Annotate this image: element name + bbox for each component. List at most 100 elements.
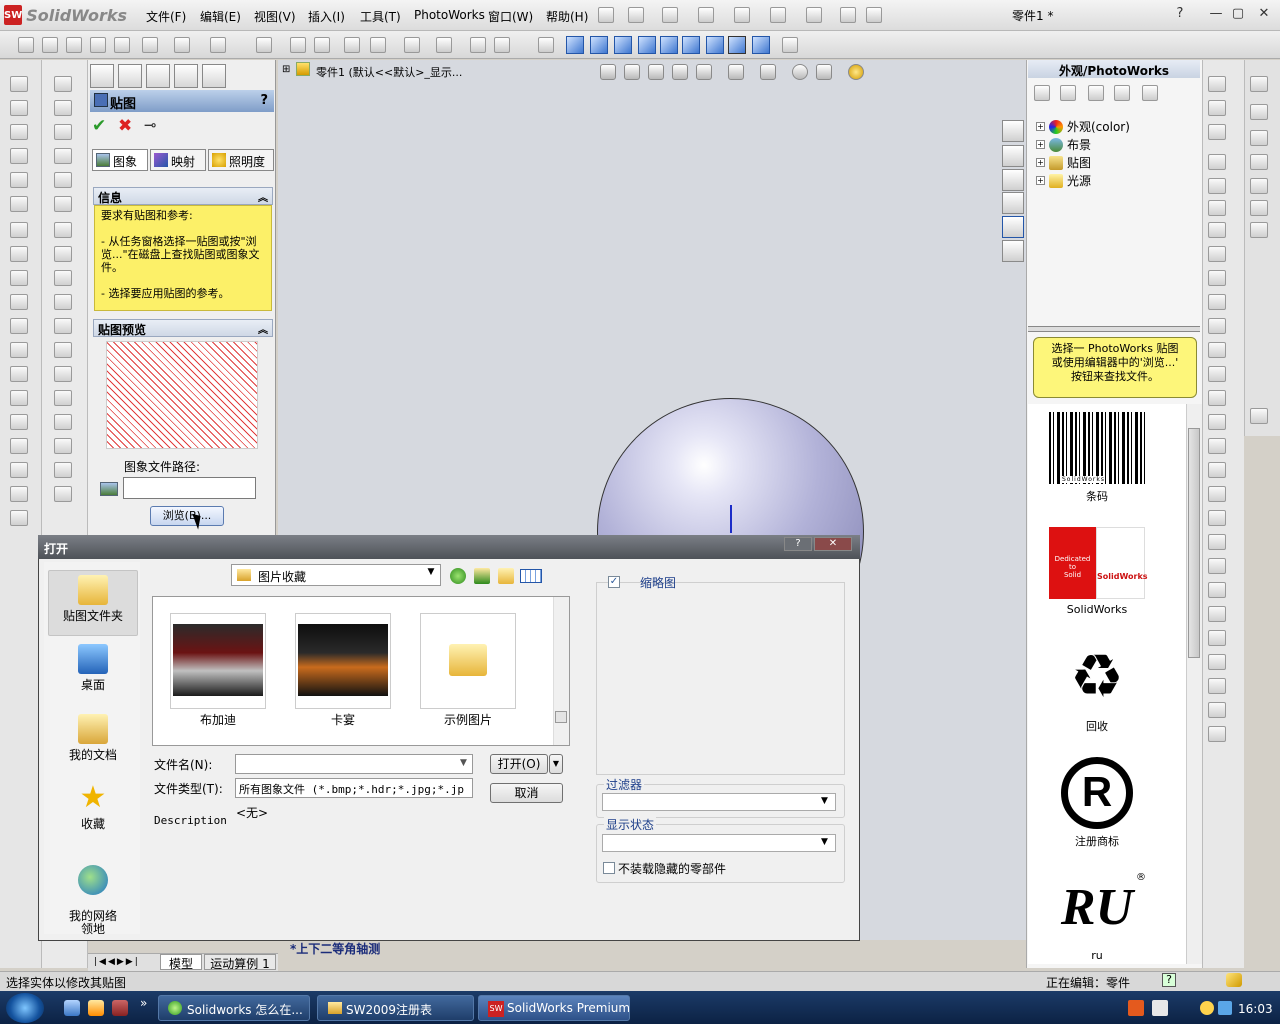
new-document-icon[interactable] xyxy=(628,7,644,23)
surface-icon[interactable] xyxy=(54,76,72,92)
convert-entities-icon[interactable] xyxy=(1208,582,1226,598)
view-palette-tab-icon[interactable] xyxy=(1002,192,1024,214)
sketch-icon[interactable] xyxy=(1208,76,1226,92)
registered-trademark-thumbnail[interactable]: R xyxy=(1049,757,1145,829)
quicklaunch-book-icon[interactable] xyxy=(112,1000,128,1016)
file-item-bugatti[interactable] xyxy=(170,613,266,709)
tree-expand-icon[interactable]: ⊞ xyxy=(282,64,290,75)
solidworks-resources-tab-icon[interactable] xyxy=(1002,120,1024,142)
radiate-surface-icon[interactable] xyxy=(54,196,72,212)
fillet-sketch-icon[interactable] xyxy=(1208,510,1226,526)
repair-sketch-icon[interactable] xyxy=(1208,726,1226,742)
properties-icon[interactable] xyxy=(470,37,486,53)
display-style-icon[interactable] xyxy=(728,64,744,80)
spline-icon[interactable] xyxy=(1208,414,1226,430)
status-help-icon[interactable]: ? xyxy=(1162,973,1176,987)
sketch-icon[interactable] xyxy=(344,37,360,53)
ie-quicklaunch-icon[interactable] xyxy=(64,1000,80,1016)
linear-pattern-icon[interactable] xyxy=(1208,630,1226,646)
print-small-icon[interactable] xyxy=(90,37,106,53)
open-icon[interactable] xyxy=(42,37,58,53)
mid-surface-icon[interactable] xyxy=(54,462,72,478)
sweep-icon[interactable] xyxy=(10,124,28,140)
display-manager-tab-icon[interactable] xyxy=(202,64,226,88)
trim-surface-icon[interactable] xyxy=(54,294,72,310)
render-area-icon[interactable] xyxy=(1250,104,1268,120)
view-menu-icon[interactable] xyxy=(520,569,542,583)
place-my-documents[interactable]: 我的文档 xyxy=(48,714,138,763)
centerline-icon[interactable] xyxy=(1208,390,1226,406)
dialog-help-button[interactable]: ? xyxy=(784,537,812,551)
open-options-dropdown-icon[interactable]: ▼ xyxy=(549,754,563,774)
display-relations-icon[interactable] xyxy=(1208,702,1226,718)
appearances-tab-icon[interactable] xyxy=(1002,216,1024,238)
dialog-close-button[interactable]: ✕ xyxy=(814,537,852,551)
select-icon[interactable] xyxy=(806,7,822,23)
tree-item-appearance[interactable]: + 外观(color) xyxy=(1036,118,1130,135)
tab-motion-study[interactable]: 运动算例 1 xyxy=(204,954,276,971)
dropdown-arrow-icon[interactable]: ▼ xyxy=(424,567,438,583)
dome-icon[interactable] xyxy=(10,438,28,454)
solidworks-thumbnail-right[interactable]: SolidWorks xyxy=(1096,527,1148,599)
shell-icon[interactable] xyxy=(10,366,28,382)
design-library-tab-icon[interactable] xyxy=(1002,145,1024,167)
menu-photoworks[interactable]: PhotoWorks xyxy=(414,8,485,22)
pushpin-icon[interactable]: ⊸ xyxy=(144,116,157,134)
tree-item-lights[interactable]: + 光源 xyxy=(1036,172,1091,189)
menu-file[interactable]: 文件(F) xyxy=(146,8,186,25)
back-view-icon[interactable] xyxy=(590,36,608,54)
extrude-icon[interactable] xyxy=(10,76,28,92)
preview-group-header[interactable]: 贴图预览 ︽ xyxy=(93,319,273,337)
plane-icon[interactable] xyxy=(1208,486,1226,502)
view-orientation-icon[interactable] xyxy=(782,37,798,53)
render-last-icon[interactable] xyxy=(1250,130,1268,146)
display-state-select[interactable]: ▼ xyxy=(602,834,836,852)
rebuild-small-icon[interactable] xyxy=(290,37,306,53)
save-icon[interactable] xyxy=(698,7,714,23)
tangent-arc-icon[interactable] xyxy=(1208,294,1226,310)
realview-icon[interactable] xyxy=(848,64,864,80)
dimension-icon[interactable] xyxy=(370,37,386,53)
dimxpert-tab-icon[interactable] xyxy=(174,64,198,88)
ok-button[interactable]: ✔ xyxy=(92,116,106,136)
smart-dimension-icon[interactable] xyxy=(1208,124,1226,140)
feature-manager-tab-icon[interactable] xyxy=(90,64,114,88)
tab-scroll-arrows-icon[interactable]: |◀◀▶▶| xyxy=(94,957,140,967)
pane-splitter[interactable] xyxy=(1028,326,1200,332)
menu-help[interactable]: 帮助(H) xyxy=(546,8,588,25)
redo-icon[interactable] xyxy=(210,37,226,53)
move-face-icon[interactable] xyxy=(54,438,72,454)
revolve-icon[interactable] xyxy=(10,100,28,116)
expand-icon[interactable]: + xyxy=(1036,158,1045,167)
collapse-chevron-icon[interactable]: ︽ xyxy=(258,321,268,336)
look-in-select[interactable]: 图片收藏 ▼ xyxy=(231,564,441,586)
hole-icon[interactable] xyxy=(10,414,28,430)
three-point-arc-icon[interactable] xyxy=(1208,318,1226,334)
expand-icon[interactable]: + xyxy=(1036,176,1045,185)
replace-face-icon[interactable] xyxy=(54,414,72,430)
mirror-entities-icon[interactable] xyxy=(1208,606,1226,622)
surface-loft-icon[interactable] xyxy=(54,148,72,164)
no-hidden-components-checkbox[interactable] xyxy=(603,862,615,874)
save-small-icon[interactable] xyxy=(66,37,82,53)
untrim-icon[interactable] xyxy=(54,318,72,334)
3d-sketch-icon[interactable] xyxy=(1208,100,1226,116)
configuration-manager-tab-icon[interactable] xyxy=(146,64,170,88)
front-view-icon[interactable] xyxy=(566,36,584,54)
add-relation-icon[interactable] xyxy=(1208,678,1226,694)
move-entities-icon[interactable] xyxy=(1208,654,1226,670)
new-folder-icon[interactable] xyxy=(1088,85,1104,101)
place-my-network[interactable]: 我的网络 领地 xyxy=(48,852,138,936)
file-item-cayenne[interactable] xyxy=(295,613,391,709)
tree-item-decal[interactable]: + 贴图 xyxy=(1036,154,1091,171)
help-button[interactable]: ? xyxy=(1172,6,1188,22)
help-tray-icon[interactable] xyxy=(1152,1000,1168,1016)
menu-view[interactable]: 视图(V) xyxy=(254,8,296,25)
place-decal-folder[interactable]: 贴图文件夹 xyxy=(48,570,138,636)
traffic-light-icon[interactable] xyxy=(314,37,330,53)
file-explorer-tab-icon[interactable] xyxy=(1002,169,1024,191)
cut-extrude-icon[interactable] xyxy=(10,196,28,212)
planar-surface-icon[interactable] xyxy=(54,246,72,262)
minimize-button[interactable]: — xyxy=(1208,6,1224,22)
dropdown-arrow-icon[interactable]: ▼ xyxy=(460,758,467,768)
